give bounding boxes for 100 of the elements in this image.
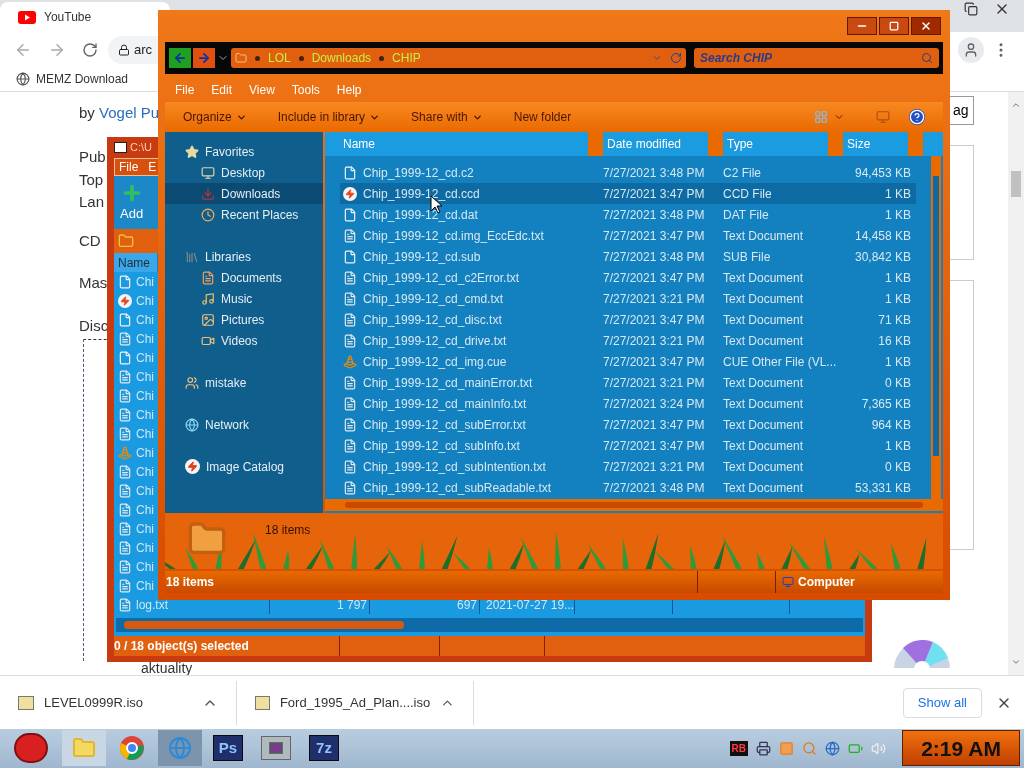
file-name[interactable]: Chi [136,310,154,329]
address-bar[interactable]: LOL Downloads CHIP [231,48,686,68]
file-row[interactable]: Chip_1999-12_cd_subError.txt 7/27/2021 3:47 PM Text Document 964 KB [340,414,916,435]
file-name[interactable]: Chi [136,367,154,386]
file-row[interactable]: Chip_1999-12_cd_cmd.txt 7/27/2021 3:21 PM Text Document 1 KB [340,288,916,309]
vertical-scrollbar[interactable] [931,156,941,499]
nav-item[interactable]: Recent Places [165,204,323,225]
menu-item[interactable]: View [249,81,275,99]
file-name[interactable]: Chi [136,291,154,310]
file-name[interactable]: Chi [136,443,154,462]
reload-icon[interactable] [82,41,98,58]
horizontal-scrollbar[interactable] [325,499,943,511]
breadcrumb-item[interactable]: CHIP [392,49,421,67]
file-row[interactable]: Chip_1999-12_cd.c2 7/27/2021 3:48 PM C2 File 94,453 KB [340,162,916,183]
app-taskbar-button[interactable]: Ps [206,730,250,767]
author-link[interactable]: Vogel Pu [99,103,160,121]
file-name[interactable]: Chi [136,386,154,405]
file-name[interactable]: Chi [136,557,154,576]
printer-icon[interactable] [756,740,771,756]
app-taskbar-button[interactable]: 7z [302,730,346,767]
file-row[interactable]: Chip_1999-12_cd_drive.txt 7/27/2021 3:21 PM Text Document 16 KB [340,330,916,351]
file-name[interactable]: Chi [136,424,154,443]
file-name[interactable]: Chi [136,405,154,424]
restore-icon[interactable] [964,2,978,16]
volume-icon[interactable] [871,740,886,756]
tag-button[interactable]: ag [948,95,974,125]
breadcrumb-item[interactable]: LOL [268,49,291,67]
show-all-button[interactable]: Show all [902,687,982,718]
file-row[interactable]: Chip_1999-12_cd.ccd 7/27/2021 3:47 PM CCD File 1 KB [340,183,916,204]
menu-item[interactable]: E [148,158,157,177]
column-header[interactable]: Name [325,135,588,153]
globe-taskbar-button[interactable] [158,730,202,767]
nav-item[interactable]: Image Catalog [165,456,323,477]
command-button[interactable]: Organize [183,108,247,126]
menu-item[interactable]: File [119,158,139,177]
file-row[interactable]: Chip_1999-12_cd_mainError.txt 7/27/2021 3:21 PM Text Document 0 KB [340,372,916,393]
horizontal-scrollbar[interactable] [116,618,863,632]
search-icon[interactable] [802,740,817,756]
file-row[interactable]: Chip_1999-12_cd_c2Error.txt 7/27/2021 3:47 PM Text Document 1 KB [340,267,916,288]
nav-item[interactable]: mistake [165,372,323,393]
menu-item[interactable]: Tools [291,81,320,99]
search-field[interactable]: Search CHIP [694,48,939,68]
menu-item[interactable]: Help [336,81,362,99]
column-header[interactable]: Size [843,135,908,153]
square-icon[interactable] [779,740,794,756]
column-header[interactable]: Date modified [603,135,708,153]
menu-item[interactable]: File [175,81,195,99]
folder-icon[interactable] [118,233,134,249]
download-item[interactable]: Ford_1995_Ad_Plan....iso [237,680,474,725]
file-name[interactable]: Chi [136,272,154,291]
breadcrumb-item[interactable]: Downloads [311,49,372,67]
file-row[interactable]: Chip_1999-12_cd.img_EccEdc.txt 7/27/2021 3:47 PM Text Document 14,458 KB [340,225,916,246]
file-name[interactable]: Chi [136,329,154,348]
forward-button[interactable] [193,48,215,68]
nav-item[interactable]: Videos [165,330,323,351]
scroll-thumb[interactable] [1011,170,1021,197]
nav-item[interactable]: Desktop [165,162,323,183]
menu-item[interactable]: Edit [211,81,233,99]
file-name[interactable]: log.txt [136,595,168,614]
file-row[interactable]: Chip_1999-12_cd_img.cue 7/27/2021 3:47 PM CUE Other File (VL... 1 KB [340,351,916,372]
file-name[interactable]: Chi [136,481,154,500]
file-row[interactable]: Chip_1999-12_cd_subIntention.txt 7/27/2021 3:21 PM Text Document 0 KB [340,456,916,477]
file-name[interactable]: Chi [136,538,154,557]
globe-icon[interactable] [825,740,840,756]
help-icon[interactable] [909,109,925,125]
file-name[interactable]: Chi [136,519,154,538]
add-button[interactable]: Add [120,181,144,224]
back-button[interactable] [169,48,191,68]
file-name[interactable]: Chi [136,348,154,367]
minimize-button[interactable] [847,17,877,35]
browser-tab[interactable]: YouTube [0,2,170,33]
scrollbar[interactable] [1008,91,1024,676]
command-button[interactable]: New folder [513,108,572,126]
file-name[interactable]: Chi [136,462,154,481]
clock[interactable]: 2:19 AM [902,730,1020,767]
command-button[interactable]: Share with [411,108,483,126]
nav-item[interactable]: Network [165,414,323,435]
file-name[interactable]: Chi [136,500,154,519]
command-button[interactable]: Include in library [277,108,381,126]
nav-item[interactable]: Downloads [165,183,323,204]
preview-pane-icon[interactable] [876,110,890,124]
bookmark[interactable]: MEMZ Download [16,69,129,88]
file-row[interactable]: Chip_1999-12_cd_mainInfo.txt 7/27/2021 3:24 PM Text Document 7,365 KB [340,393,916,414]
refresh-icon[interactable] [670,52,682,64]
column-header[interactable]: Type [723,135,828,153]
view-icon[interactable] [814,110,828,124]
file-row[interactable]: Chip_1999-12_cd_subReadable.txt 7/27/2021 3:48 PM Text Document 53,331 KB [340,477,916,498]
close-button[interactable] [911,17,941,35]
nav-item[interactable]: Libraries [165,246,323,267]
nav-item[interactable]: Favorites [165,141,323,162]
file-name[interactable]: Chi [136,576,154,595]
file-row[interactable]: Chip_1999-12_cd_subInfo.txt 7/27/2021 3:47 PM Text Document 1 KB [340,435,916,456]
maximize-button[interactable] [879,17,909,35]
tree-item[interactable]: aktuality [141,661,193,676]
file-row[interactable]: Chip_1999-12_cd.sub 7/27/2021 3:48 PM SUB File 30,842 KB [340,246,916,267]
file-row[interactable]: Chip_1999-12_cd.dat 7/27/2021 3:48 PM DAT File 1 KB [340,204,916,225]
start-button[interactable] [14,733,48,764]
address-field[interactable]: arc [108,35,160,64]
profile-icon[interactable] [958,36,984,63]
nav-item[interactable]: Music [165,288,323,309]
